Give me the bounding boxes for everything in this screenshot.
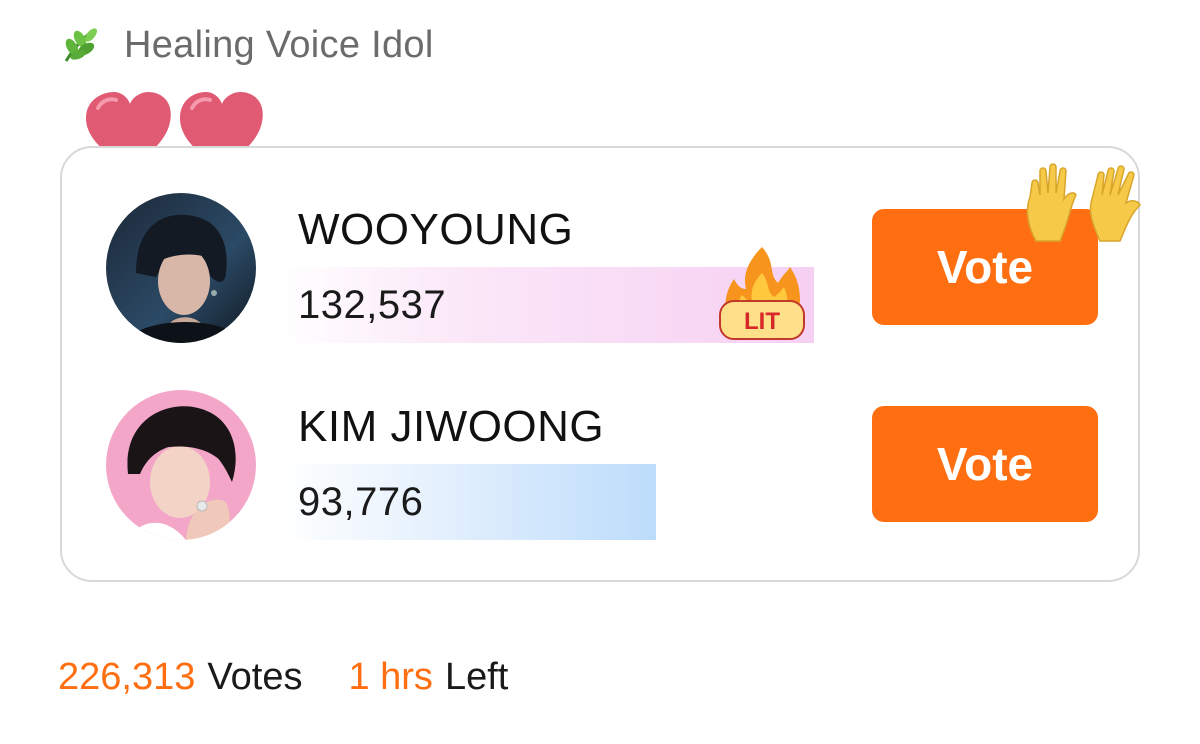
raised-hands-icon [1026, 163, 1141, 242]
leaf-icon [64, 28, 97, 62]
total-votes: 226,313 [58, 656, 196, 698]
poll-card: WOOYOUNG 132,537 LIT Vote KIM JIWOONG 93… [60, 146, 1141, 582]
candidate-row: KIM JIWOONG 93,776 Vote [62, 390, 1138, 550]
vote-count: 93,776 [298, 480, 424, 524]
time-left: 1 hrs [348, 656, 433, 698]
svg-text:LIT: LIT [744, 308, 780, 335]
vote-button[interactable]: Vote [872, 406, 1098, 522]
votes-label: Votes [207, 656, 303, 698]
avatar [106, 390, 256, 540]
candidate-row: WOOYOUNG 132,537 LIT Vote [62, 163, 1141, 353]
vote-count: 132,537 [298, 283, 447, 327]
poll-title: Healing Voice Idol [124, 23, 434, 66]
lit-fire-icon: LIT [719, 247, 805, 340]
poll-summary: 226,313 Votes 1 hrs Left [58, 656, 508, 699]
candidate-name: KIM JIWOONG [298, 402, 605, 451]
candidate-name: WOOYOUNG [298, 205, 574, 254]
avatar [106, 193, 256, 343]
poll-header: Healing Voice Idol [58, 20, 434, 70]
left-label: Left [444, 656, 509, 698]
